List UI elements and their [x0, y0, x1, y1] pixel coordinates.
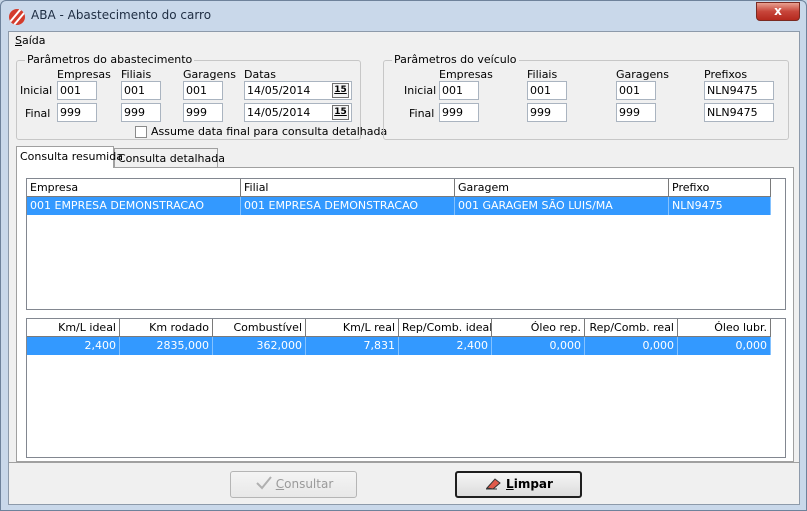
- grid-resumo[interactable]: Km/L ideal Km rodado Combustível Km/L re…: [26, 318, 786, 458]
- cell-kml-ideal: 2,400: [27, 337, 120, 355]
- header-rep-comb-ideal[interactable]: Rep/Comb. ideal: [399, 319, 492, 337]
- header-oleo-lubr[interactable]: Óleo lubr.: [678, 319, 771, 337]
- header-filial[interactable]: Filial: [241, 179, 455, 197]
- empresa-final-field[interactable]: 999: [57, 103, 97, 122]
- window-title: ABA - Abastecimento do carro: [31, 8, 212, 22]
- row-final-label: Final: [409, 107, 435, 120]
- col-empresas-label: Empresas: [439, 68, 493, 81]
- row-inicial-label: Inicial: [20, 84, 53, 97]
- close-icon[interactable]: x: [756, 2, 800, 21]
- table-row[interactable]: 001 EMPRESA DEMONSTRACAO 001 EMPRESA DEM…: [27, 197, 771, 215]
- limpar-mnemonic: L: [506, 477, 514, 491]
- filial-final-field[interactable]: 999: [121, 103, 161, 122]
- empresa-inicial-field[interactable]: 001: [57, 81, 97, 100]
- tab-panel-resumida: Empresa Filial Garagem Prefixo 001 EMPRE…: [16, 167, 794, 462]
- table-row[interactable]: 2,400 2835,000 362,000 7,831 2,400 0,000…: [27, 337, 771, 355]
- group-abastecimento-legend: Parâmetros do abastecimento: [25, 53, 195, 66]
- header-empresa[interactable]: Empresa: [27, 179, 241, 197]
- header-rep-comb-real[interactable]: Rep/Comb. real: [585, 319, 678, 337]
- header-garagem[interactable]: Garagem: [455, 179, 669, 197]
- group-veiculo: Parâmetros do veículo Empresas Filiais G…: [383, 53, 789, 140]
- header-prefixo[interactable]: Prefixo: [669, 179, 771, 197]
- consultar-mnemonic: C: [275, 477, 285, 491]
- header-kml-ideal[interactable]: Km/L ideal: [27, 319, 120, 337]
- assume-data-final-label[interactable]: Assume data final para consulta detalhad…: [151, 125, 387, 138]
- row-final-label: Final: [25, 107, 51, 120]
- group-veiculo-legend: Parâmetros do veículo: [392, 53, 519, 66]
- veiculo-empresa-final-field[interactable]: 999: [439, 103, 479, 122]
- group-abastecimento: Parâmetros do abastecimento Empresas Fil…: [16, 53, 387, 140]
- menu-bar: Saída: [9, 32, 799, 50]
- veiculo-garagem-final-field[interactable]: 999: [616, 103, 656, 122]
- col-garagens-label: Garagens: [183, 68, 236, 81]
- consultar-label: onsultar: [284, 477, 334, 491]
- button-bar: Consultar Limpar: [9, 462, 799, 504]
- row-inicial-label: Inicial: [404, 84, 437, 97]
- cell-oleo-rep: 0,000: [492, 337, 585, 355]
- cell-empresa: 001 EMPRESA DEMONSTRACAO: [27, 197, 241, 215]
- filial-inicial-field[interactable]: 001: [121, 81, 161, 100]
- menu-sair-mnemonic: S: [15, 34, 22, 47]
- calendar-icon[interactable]: 15: [332, 83, 349, 98]
- consultar-button[interactable]: Consultar: [230, 471, 357, 498]
- cell-km-rodado: 2835,000: [120, 337, 213, 355]
- prefixo-inicial-field[interactable]: NLN9475: [704, 81, 774, 100]
- cell-oleo-lubr: 0,000: [678, 337, 771, 355]
- prefixo-final-field[interactable]: NLN9475: [704, 103, 774, 122]
- limpar-label: impar: [513, 477, 553, 491]
- cell-kml-real: 7,831: [306, 337, 399, 355]
- title-bar[interactable]: ABA - Abastecimento do carro x: [1, 1, 806, 31]
- col-garagens-label: Garagens: [616, 68, 669, 81]
- menu-sair-label: aída: [21, 34, 46, 47]
- cell-prefixo: NLN9475: [669, 197, 771, 215]
- header-oleo-rep[interactable]: Óleo rep.: [492, 319, 585, 337]
- col-empresas-label: Empresas: [57, 68, 111, 81]
- eraser-icon: [484, 476, 504, 493]
- garagem-final-field[interactable]: 999: [183, 103, 223, 122]
- col-datas-label: Datas: [244, 68, 276, 81]
- menu-sair[interactable]: Saída: [15, 34, 46, 47]
- grid-header: Empresa Filial Garagem Prefixo: [27, 179, 785, 197]
- garagem-inicial-field[interactable]: 001: [183, 81, 223, 100]
- app-window: ABA - Abastecimento do carro x Saída Par…: [0, 0, 807, 511]
- tab-consulta-resumida[interactable]: Consulta resumida: [16, 146, 123, 168]
- calendar-icon[interactable]: 15: [332, 105, 349, 120]
- cell-rep-comb-ideal: 2,400: [399, 337, 492, 355]
- app-logo-icon: [9, 9, 25, 25]
- col-filiais-label: Filiais: [527, 68, 558, 81]
- col-prefixos-label: Prefixos: [704, 68, 748, 81]
- veiculo-empresa-inicial-field[interactable]: 001: [439, 81, 479, 100]
- col-filiais-label: Filiais: [121, 68, 152, 81]
- limpar-button[interactable]: Limpar: [455, 471, 582, 498]
- veiculo-filial-inicial-field[interactable]: 001: [527, 81, 567, 100]
- veiculo-garagem-inicial-field[interactable]: 001: [616, 81, 656, 100]
- cell-combustivel: 362,000: [213, 337, 306, 355]
- grid-localizacao[interactable]: Empresa Filial Garagem Prefixo 001 EMPRE…: [26, 178, 786, 310]
- cell-rep-comb-real: 0,000: [585, 337, 678, 355]
- header-combustivel[interactable]: Combustível: [213, 319, 306, 337]
- tab-consulta-detalhada[interactable]: Consulta detalhada: [114, 148, 225, 168]
- header-kml-real[interactable]: Km/L real: [306, 319, 399, 337]
- header-km-rodado[interactable]: Km rodado: [120, 319, 213, 337]
- client-area: Saída Parâmetros do abastecimento Empres…: [8, 31, 800, 505]
- assume-data-final-checkbox[interactable]: [135, 126, 147, 138]
- cell-garagem: 001 GARAGEM SÃO LUIS/MA: [455, 197, 669, 215]
- veiculo-filial-final-field[interactable]: 999: [527, 103, 567, 122]
- cell-filial: 001 EMPRESA DEMONSTRACAO: [241, 197, 455, 215]
- check-icon: [254, 476, 274, 493]
- grid-header: Km/L ideal Km rodado Combustível Km/L re…: [27, 319, 785, 337]
